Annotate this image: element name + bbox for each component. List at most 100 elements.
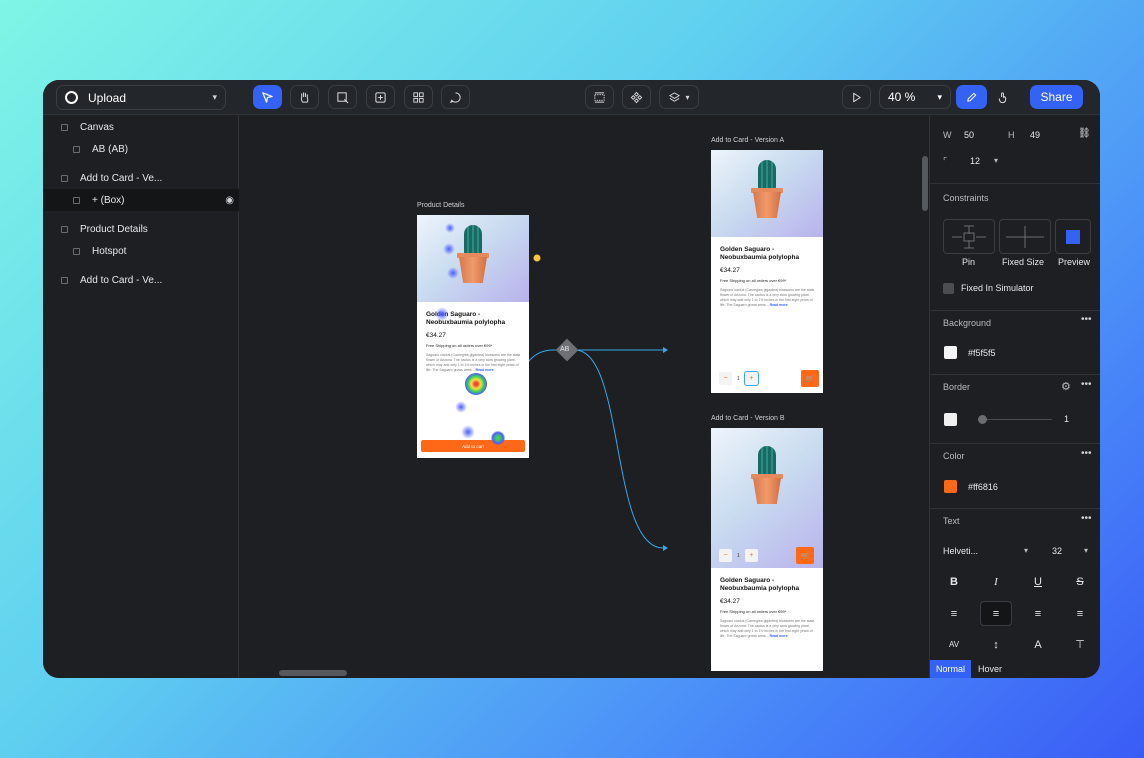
layers-dropdown[interactable]: ▾ — [659, 85, 699, 109]
border-width-value[interactable]: 1 — [1064, 414, 1069, 424]
border-width-slider[interactable] — [980, 419, 1052, 420]
comment-icon — [449, 91, 461, 103]
bold-button[interactable]: B — [938, 569, 970, 594]
justify-button[interactable]: ≡ — [1064, 601, 1096, 626]
justify-icon: ≡ — [1076, 607, 1084, 620]
product-description: Saguaro cactus (Carnegiea gigantea) blos… — [426, 353, 521, 372]
layers-icon — [669, 91, 681, 102]
add-element-button[interactable] — [366, 85, 395, 109]
align-right-button[interactable]: ≡ — [1022, 601, 1054, 626]
interact-mode-button[interactable] — [990, 85, 1014, 109]
component-button[interactable] — [622, 85, 651, 109]
frame-label[interactable]: Product Details — [417, 202, 464, 209]
more-options-icon[interactable]: ••• — [1081, 513, 1092, 524]
pot-illustration — [753, 192, 781, 218]
background-color-swatch[interactable] — [944, 346, 957, 359]
align-left-button[interactable]: ≡ — [938, 601, 970, 626]
product-price: €34.27 — [720, 267, 740, 274]
text-transform-button[interactable]: A — [1022, 632, 1054, 657]
design-mode-button[interactable] — [956, 85, 987, 109]
plus-square-icon — [375, 91, 386, 103]
plus-button[interactable]: + — [743, 371, 759, 386]
corner-radius-input[interactable]: 12 — [970, 156, 980, 166]
layer-label: Add to Card - Ve... — [80, 274, 163, 286]
frame-label[interactable]: Add to Card - Version B — [711, 415, 785, 422]
eye-icon[interactable]: ◉ — [225, 195, 234, 206]
design-canvas[interactable]: AB Product Details Golden Saguaro - Neob… — [240, 115, 929, 678]
preview-option[interactable] — [1055, 219, 1091, 254]
vertical-align-button[interactable]: ⊤ — [1064, 632, 1096, 657]
hand-icon — [300, 91, 309, 103]
chevron-down-icon[interactable]: ▾ — [1084, 546, 1088, 555]
layer-item[interactable]: Canvas — [43, 116, 239, 138]
more-options-icon[interactable]: ••• — [1081, 379, 1092, 390]
pin-option[interactable] — [943, 219, 995, 254]
layer-item[interactable]: Product Details — [43, 218, 239, 240]
italic-button[interactable]: I — [980, 569, 1012, 594]
layer-item[interactable]: Add to Card - Ve... — [43, 167, 239, 189]
hotspot-marker[interactable] — [533, 254, 541, 262]
hand-tool-button[interactable] — [290, 85, 319, 109]
width-label: W — [943, 130, 952, 140]
connector-line — [574, 349, 664, 549]
quantity-value: 1 — [737, 552, 740, 559]
cart-icon: 🛒 — [805, 375, 815, 383]
horizontal-scrollbar[interactable] — [279, 670, 347, 676]
gear-icon[interactable]: ⚙ — [1061, 380, 1071, 393]
text-color-swatch[interactable] — [944, 480, 957, 493]
state-tab-hover[interactable]: Hover — [972, 660, 1008, 678]
strikethrough-button[interactable]: S — [1064, 569, 1096, 594]
text-color-value[interactable]: #ff6816 — [968, 482, 998, 492]
letter-spacing-button[interactable]: AV — [938, 632, 970, 657]
layout-button[interactable] — [585, 85, 614, 109]
frame-tool-button[interactable] — [328, 85, 357, 109]
divider — [930, 443, 1100, 444]
font-family-select[interactable]: Helveti... — [943, 546, 978, 556]
cart-button[interactable]: 🛒 — [796, 547, 814, 564]
zoom-dropdown[interactable]: 40 % ▾ — [879, 85, 951, 109]
layer-icon — [61, 123, 68, 131]
layer-item[interactable]: Add to Card - Ve... — [43, 269, 239, 291]
slider-handle[interactable] — [978, 415, 987, 424]
vertical-scrollbar[interactable] — [922, 156, 928, 211]
heatmap-spot — [445, 223, 455, 233]
minus-button[interactable]: − — [719, 372, 732, 385]
quantity-stepper[interactable]: − 1 + — [719, 371, 759, 386]
version-b-frame[interactable]: − 1 + 🛒 Golden Saguaro - Neobuxbaumia po… — [711, 428, 823, 671]
project-dropdown[interactable]: Upload ▾ — [56, 85, 226, 110]
product-details-frame[interactable]: Golden Saguaro - Neobuxbaumia polylopha … — [417, 215, 529, 458]
layer-item[interactable]: AB (AB) — [43, 138, 239, 160]
select-tool-button[interactable] — [253, 85, 282, 109]
link-icon[interactable]: ⛓ — [1078, 128, 1091, 139]
add-to-cart-button[interactable]: Add to cart — [421, 440, 525, 452]
width-input[interactable]: 50 — [964, 130, 974, 140]
align-center-button[interactable]: ≡ — [980, 601, 1012, 626]
height-input[interactable]: 49 — [1030, 130, 1040, 140]
more-options-icon[interactable]: ••• — [1081, 448, 1092, 459]
comment-button[interactable] — [441, 85, 470, 109]
layer-item-selected[interactable]: + (Box) ◉ — [43, 189, 239, 211]
fixed-in-simulator-checkbox[interactable] — [943, 283, 954, 294]
preview-play-button[interactable] — [842, 85, 871, 109]
state-tab-normal[interactable]: Normal — [930, 660, 972, 678]
layer-item[interactable]: Hotspot — [43, 240, 239, 262]
share-button[interactable]: Share — [1030, 85, 1083, 109]
minus-button[interactable]: − — [719, 549, 732, 562]
fixed-in-simulator-label: Fixed In Simulator — [961, 283, 1034, 293]
components-button[interactable] — [404, 85, 433, 109]
chevron-down-icon[interactable]: ▾ — [1024, 546, 1028, 555]
line-height-button[interactable]: ↕ — [980, 632, 1012, 657]
divider — [930, 183, 1100, 184]
quantity-stepper[interactable]: − 1 + — [719, 549, 758, 562]
fixed-size-option[interactable] — [999, 219, 1051, 254]
frame-label[interactable]: Add to Card - Version A — [711, 137, 784, 144]
cart-button[interactable]: 🛒 — [801, 370, 819, 387]
version-a-frame[interactable]: Golden Saguaro - Neobuxbaumia polylopha … — [711, 150, 823, 393]
chevron-down-icon[interactable]: ▾ — [994, 156, 998, 165]
background-color-value[interactable]: #f5f5f5 — [968, 348, 996, 358]
border-color-swatch[interactable] — [944, 413, 957, 426]
underline-button[interactable]: U — [1022, 569, 1054, 594]
more-options-icon[interactable]: ••• — [1081, 314, 1092, 325]
plus-button[interactable]: + — [744, 549, 758, 562]
font-size-select[interactable]: 32 — [1052, 546, 1062, 556]
